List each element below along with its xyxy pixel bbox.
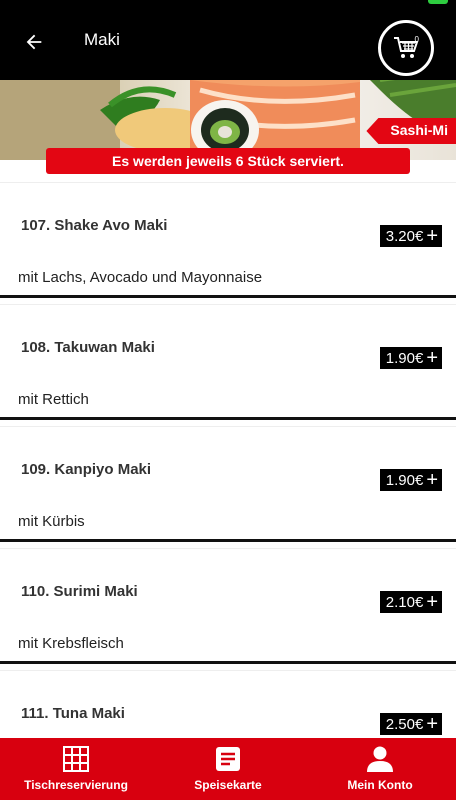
item-price: 3.20€: [385, 227, 424, 245]
user-icon: [367, 746, 393, 772]
page-title: Maki: [84, 30, 120, 49]
item-description: mit Krebsfleisch: [18, 635, 124, 652]
plus-icon: +: [426, 713, 438, 735]
nav-item-menu[interactable]: Speisekarte: [152, 738, 304, 800]
item-name: 110. Surimi Maki: [21, 583, 138, 600]
nav-item-account[interactable]: Mein Konto: [304, 738, 456, 800]
item-name: 107. Shake Avo Maki: [21, 217, 168, 234]
item-price: 1.90€: [385, 471, 424, 489]
bottom-navigation: Tischreservierung Speisekarte Mein Konto: [0, 738, 456, 800]
grid-icon: [63, 746, 89, 772]
serving-note: Es werden jeweils 6 Stück serviert.: [46, 148, 410, 174]
sushi-image: [0, 70, 456, 160]
nav-item-table-reservation[interactable]: Tischreservierung: [0, 738, 152, 800]
add-to-cart-button[interactable]: 1.90€ +: [379, 469, 442, 491]
list-item[interactable]: 109. Kanpiyo Maki 1.90€ + mit Kürbis: [0, 426, 456, 548]
plus-icon: +: [426, 225, 438, 247]
nav-label: Speisekarte: [194, 778, 262, 792]
menu-list-icon: [216, 747, 240, 771]
item-description: mit Rettich: [18, 391, 89, 408]
status-indicator: [428, 0, 448, 4]
item-name: 109. Kanpiyo Maki: [21, 461, 152, 478]
item-description: mit Kürbis: [18, 513, 85, 530]
add-to-cart-button[interactable]: 3.20€ +: [379, 225, 442, 247]
add-to-cart-button[interactable]: 1.90€ +: [379, 347, 442, 369]
nav-label: Mein Konto: [347, 778, 413, 792]
plus-icon: +: [426, 347, 438, 369]
plus-icon: +: [426, 591, 438, 613]
cart-count: 0: [414, 35, 419, 44]
list-item[interactable]: 107. Shake Avo Maki 3.20€ + mit Lachs, A…: [0, 182, 456, 304]
category-banner: Sashi-Mi: [0, 70, 456, 160]
add-to-cart-button[interactable]: 2.10€ +: [379, 591, 442, 613]
item-name: 111. Tuna Maki: [21, 705, 125, 722]
item-price: 2.50€: [385, 715, 424, 733]
plus-icon: +: [426, 469, 438, 491]
item-price: 2.10€: [385, 593, 424, 611]
list-item[interactable]: 108. Takuwan Maki 1.90€ + mit Rettich: [0, 304, 456, 426]
add-to-cart-button[interactable]: 2.50€ +: [379, 713, 442, 735]
item-name: 108. Takuwan Maki: [21, 339, 155, 356]
back-button[interactable]: [18, 26, 50, 58]
menu-list: 107. Shake Avo Maki 3.20€ + mit Lachs, A…: [0, 182, 456, 792]
item-description: mit Lachs, Avocado und Mayonnaise: [18, 269, 263, 286]
item-price: 1.90€: [385, 349, 424, 367]
arrow-left-icon: [26, 34, 42, 50]
list-item[interactable]: 110. Surimi Maki 2.10€ + mit Krebsfleisc…: [0, 548, 456, 670]
category-tag: Sashi-Mi: [366, 118, 456, 144]
nav-label: Tischreservierung: [24, 778, 128, 792]
cart-button[interactable]: 0: [378, 20, 434, 76]
